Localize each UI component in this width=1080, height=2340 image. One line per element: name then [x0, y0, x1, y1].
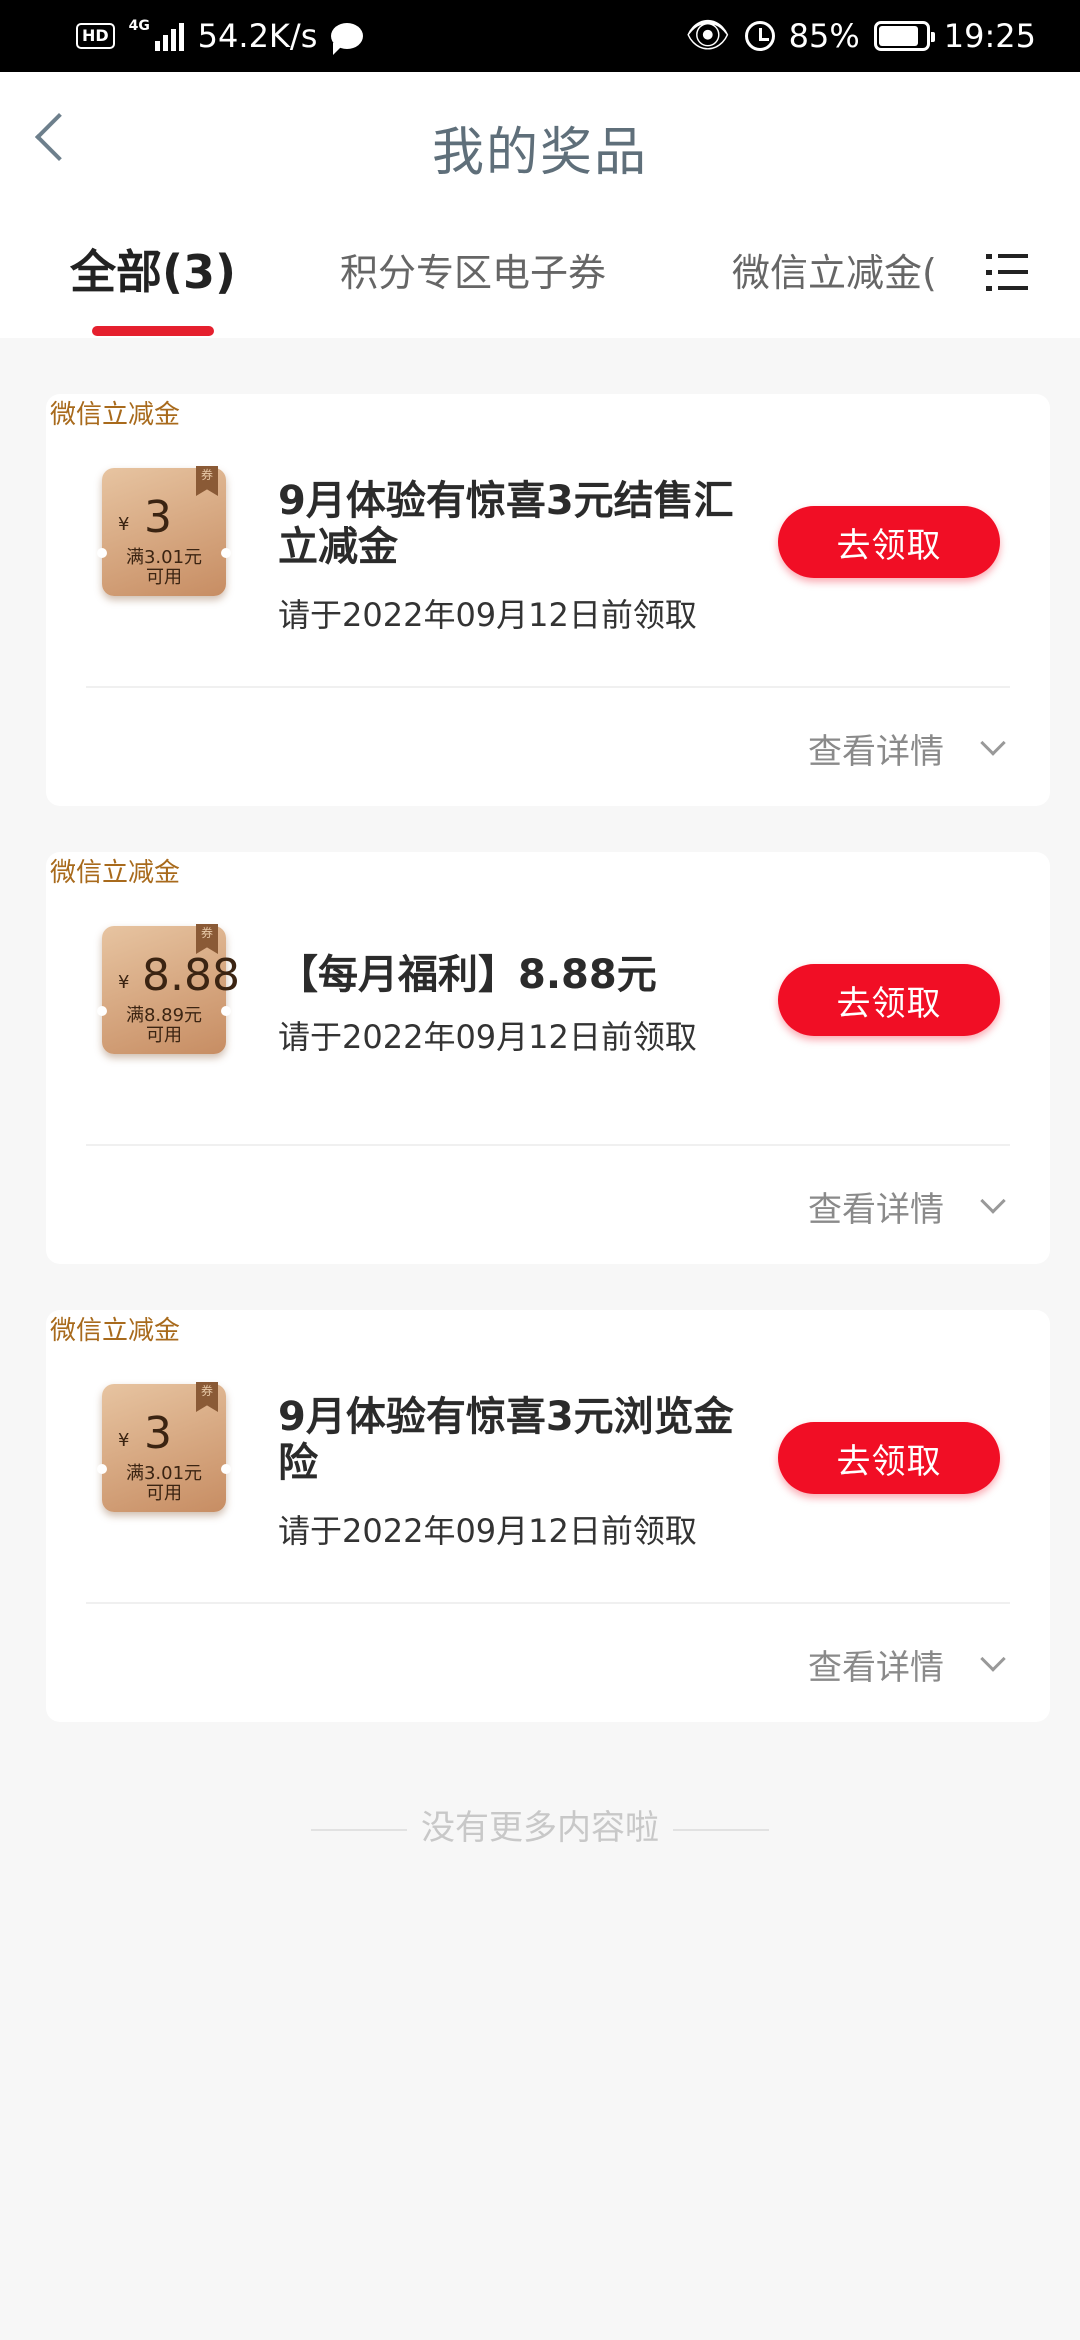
- coupon-icon: 券 ¥ 3 满3.01元 可用: [97, 466, 231, 596]
- status-bar: HD 4G 54.2K/s 👁 85% 19:25: [0, 0, 1080, 72]
- card-tag: 微信立减金: [50, 1316, 181, 1346]
- coupon-condition: 满3.01元: [125, 547, 203, 568]
- currency-symbol: ¥: [118, 514, 130, 535]
- network-label: 4G: [128, 18, 150, 34]
- currency-symbol: ¥: [118, 1430, 130, 1451]
- chevron-down-icon[interactable]: [980, 1646, 1006, 1672]
- tab-wechat-discount[interactable]: 微信立减金(: [732, 242, 940, 297]
- coupon-usable: 可用: [146, 1025, 182, 1046]
- coupon-usable: 可用: [146, 567, 182, 588]
- active-tab-indicator: [92, 326, 214, 336]
- coupon-condition: 满8.89元: [125, 1005, 203, 1026]
- status-left: HD 4G 54.2K/s: [76, 17, 364, 55]
- claim-button[interactable]: 去领取: [778, 1422, 1000, 1494]
- prize-deadline: 请于2022年09月12日前领取: [278, 1512, 697, 1550]
- coupon-condition: 满3.01元: [125, 1463, 203, 1484]
- claim-button[interactable]: 去领取: [778, 506, 1000, 578]
- coupon-amount: 3: [144, 1408, 172, 1459]
- footer-divider-right: [673, 1828, 769, 1831]
- eye-icon: 👁: [684, 15, 731, 56]
- clock: 19:25: [943, 17, 1036, 55]
- battery-percent: 85%: [788, 17, 860, 55]
- signal-icon: 4G: [128, 18, 184, 51]
- card-divider: [86, 1602, 1010, 1604]
- currency-symbol: ¥: [118, 972, 130, 993]
- tab-all[interactable]: 全部(3): [70, 236, 236, 302]
- battery-icon: [873, 21, 935, 51]
- card-tag: 微信立减金: [50, 400, 181, 430]
- coupon-amount: 3: [144, 492, 172, 543]
- view-details-link[interactable]: 查看详情: [808, 1640, 944, 1689]
- chevron-down-icon[interactable]: [980, 730, 1006, 756]
- prize-title: 【每月福利】8.88元: [278, 952, 657, 998]
- prize-deadline: 请于2022年09月12日前领取: [278, 1018, 697, 1056]
- prize-deadline: 请于2022年09月12日前领取: [278, 596, 697, 634]
- no-more-content: 没有更多内容啦: [0, 1800, 1080, 1849]
- view-details-link[interactable]: 查看详情: [808, 724, 944, 773]
- chevron-down-icon[interactable]: [980, 1188, 1006, 1214]
- coupon-usable: 可用: [146, 1483, 182, 1504]
- coupon-ribbon: 券: [196, 1382, 218, 1412]
- coupon-icon: 券 ¥ 3 满3.01元 可用: [97, 1382, 231, 1512]
- card-tag: 微信立减金: [50, 858, 181, 888]
- alarm-icon: [744, 21, 775, 51]
- tab-points-coupons[interactable]: 积分专区电子券: [340, 242, 606, 297]
- tab-bar: 全部(3) 积分专区电子券 微信立减金(: [0, 212, 1080, 338]
- app-header: 我的奖品: [0, 72, 1080, 212]
- status-right: 👁 85% 19:25: [685, 17, 1036, 55]
- coupon-ribbon: 券: [196, 466, 218, 496]
- no-more-text: 没有更多内容啦: [421, 1808, 659, 1848]
- network-speed: 54.2K/s: [197, 17, 318, 55]
- coupon-icon: 券 ¥ 8.88 满8.89元 可用: [97, 924, 240, 1054]
- card-divider: [86, 686, 1010, 688]
- card-divider: [86, 1144, 1010, 1146]
- claim-button[interactable]: 去领取: [778, 964, 1000, 1036]
- hd-icon: HD: [76, 23, 115, 49]
- view-details-link[interactable]: 查看详情: [808, 1182, 944, 1231]
- coupon-amount: 8.88: [142, 950, 240, 1001]
- prize-title: 9月体验有惊喜3元结售汇立减金: [278, 478, 734, 570]
- prize-title: 9月体验有惊喜3元浏览金险: [278, 1394, 734, 1486]
- menu-icon[interactable]: [986, 252, 1028, 294]
- chat-icon: [331, 23, 364, 55]
- prize-card: 微信立减金 券 ¥ 8.88 满8.89元 可用 【每月福利】8.88元 请于2…: [46, 852, 1050, 1264]
- prize-card: 微信立减金 券 ¥ 3 满3.01元 可用 9月体验有惊喜3元结售汇立减金 请于…: [46, 394, 1050, 806]
- footer-divider-left: [311, 1828, 407, 1831]
- prize-card: 微信立减金 券 ¥ 3 满3.01元 可用 9月体验有惊喜3元浏览金险 请于20…: [46, 1310, 1050, 1722]
- page-title: 我的奖品: [431, 123, 648, 183]
